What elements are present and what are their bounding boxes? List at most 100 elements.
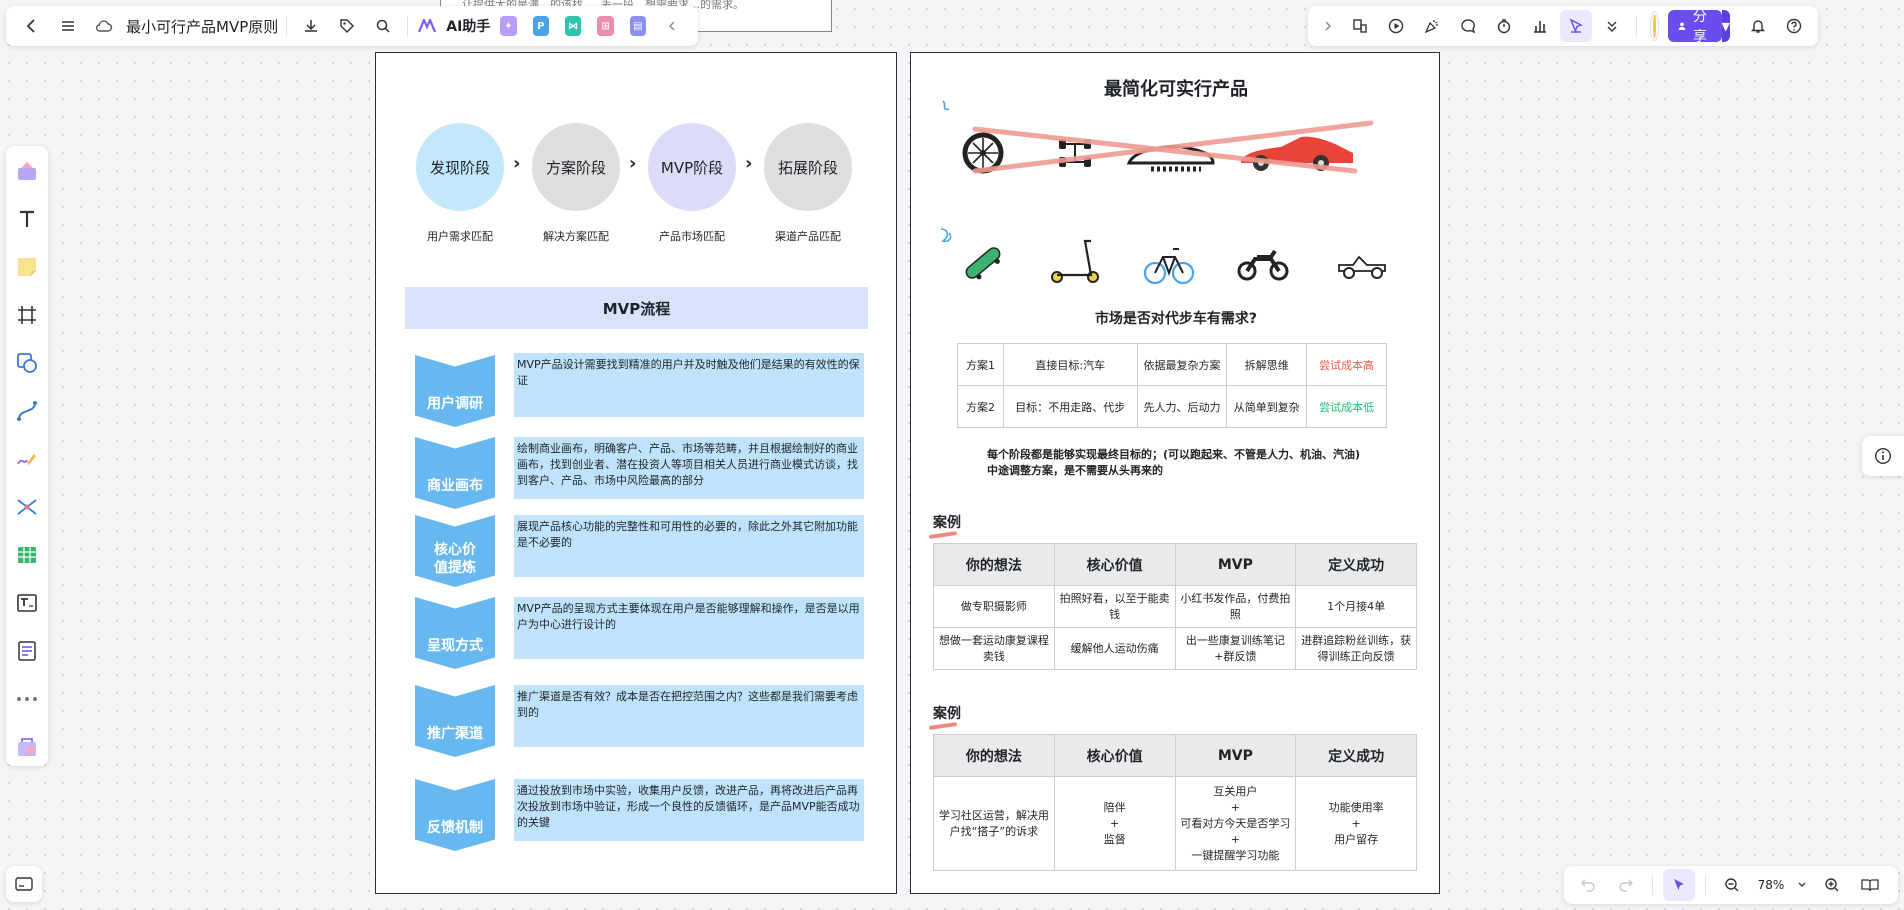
search-icon[interactable] (367, 10, 399, 42)
table-cell: 依据最复杂方案 (1136, 343, 1228, 386)
right-approach-illustration (940, 228, 1386, 285)
minimap-toggle-icon[interactable] (6, 866, 42, 902)
divider (286, 16, 288, 36)
mindmap-tool-icon[interactable] (10, 490, 44, 524)
p-plugin-icon[interactable]: P (532, 16, 549, 36)
step-arrow: 核心价值提炼 (415, 515, 495, 587)
table-header-cell: 你的想法 (933, 543, 1055, 586)
collapse-chevron-icon[interactable] (656, 10, 688, 42)
flow-plugin-icon[interactable]: ⊞ (597, 16, 614, 36)
table-row: 想做一套运动康复课程卖钱 缓解他人运动伤痛 出一些康复训练笔记+群反馈 进群追踪粉丝训… (933, 627, 1417, 670)
pen-tool-icon[interactable] (10, 442, 44, 476)
bell-icon[interactable] (1742, 10, 1774, 42)
timer-icon[interactable] (1488, 10, 1520, 42)
table-cell: 方案2 (957, 385, 1004, 428)
vote-icon[interactable] (1524, 10, 1556, 42)
document-title[interactable]: 最小可行产品MVP原则 (126, 16, 278, 37)
table-cell: 尝试成本低 (1306, 385, 1387, 428)
mindmap-plugin-icon[interactable]: ⋈ (564, 16, 582, 36)
stage-subtitle: 渠道产品匹配 (775, 230, 841, 243)
case-table-2: 你的想法 核心价值 MVP 定义成功 学习社区运营，解决用户找“搭子”的诉求 陪伴 + … (933, 734, 1417, 871)
shape-tool-icon[interactable] (10, 346, 44, 380)
step-description: MVP产品设计需要找到精准的用户并及时触及他们是结果的有效性的保证 (514, 353, 864, 417)
table-cell: 拍照好看，以至于能卖钱 (1053, 585, 1176, 628)
stage-circle: 方案阶段 (532, 123, 620, 211)
select-cursor-icon[interactable] (1663, 869, 1695, 901)
step-arrow: 呈现方式 (415, 597, 495, 669)
template-library-icon[interactable] (10, 154, 44, 188)
case-label: 案例 (933, 512, 961, 532)
table-cell: 进群追踪粉丝训练，获得训练正向反馈 (1295, 627, 1417, 670)
zoom-in-icon[interactable] (1816, 869, 1848, 901)
table-row: 做专职摄影师 拍照好看，以至于能卖钱 小红书发作品，付费拍照 1个月接4单 (933, 585, 1417, 628)
step-description: 绘制商业画布，明确客户、产品、市场等范畴，并且根据绘制好的商业画布，找到创业者、… (514, 437, 864, 499)
note-line-1: 每个阶段都是能够实现最终目标的；(可以跑起来、不管是人力、机油、汽油) (987, 448, 1361, 461)
zoom-dropdown-chevron-icon[interactable] (1794, 869, 1810, 901)
table-row: 方案2 目标：不用走路、代步 先人力、后动力 从简单到复杂 尝试成本低 (957, 385, 1387, 428)
table-header-cell: 你的想法 (933, 734, 1055, 777)
step-description: MVP产品的呈现方式主要体现在用户是否能够理解和操作，是否是以用户为中心进行设计… (514, 597, 864, 659)
table-cell: 互关用户 + 可看对方今天是否学习 + 一键提醒学习功能 (1174, 776, 1297, 871)
comparison-table: 方案1 直接目标:汽车 依据最复杂方案 拆解思维 尝试成本高 方案2 目标：不用走路、代步先… (957, 343, 1387, 428)
table-cell: 先人力、后动力 (1136, 385, 1228, 428)
ai-assistant-button[interactable]: AI助手 (446, 16, 490, 36)
celebrate-icon[interactable] (1416, 10, 1448, 42)
mvp-process-board[interactable]: 发现阶段 用户需求匹配 方案阶段 解决方案匹配 MVP阶段 产品市场匹配 拓展阶段 渠道产品匹… (375, 52, 897, 894)
chevron-right-icon: › (513, 153, 521, 174)
present-play-icon[interactable] (1380, 10, 1412, 42)
table-cell: 尝试成本高 (1306, 343, 1387, 386)
text-card-icon[interactable] (10, 586, 44, 620)
undo-icon[interactable] (1572, 869, 1604, 901)
wrong-mark-icon (942, 100, 950, 111)
table-cell: 想做一套运动康复课程卖钱 (933, 627, 1055, 670)
sticky-note-icon[interactable] (10, 250, 44, 284)
help-icon[interactable] (1778, 10, 1810, 42)
menu-icon[interactable] (52, 10, 84, 42)
bottom-right-controls: 78% (1564, 866, 1898, 904)
doc-card-icon[interactable] (10, 634, 44, 668)
bicycle-icon (1143, 248, 1195, 285)
more-tools-icon[interactable] (10, 682, 44, 716)
template-icon[interactable] (1344, 10, 1376, 42)
app-plugin-icon[interactable] (10, 730, 44, 764)
text-tool-icon[interactable] (10, 202, 44, 236)
book-view-icon[interactable] (1854, 869, 1886, 901)
ai-image-plugin-icon[interactable]: ✦ (500, 16, 517, 36)
note-line-2: 中途调整方案，是不需要从头再来的 (987, 464, 1163, 477)
step-arrow: 推广渠道 (415, 685, 495, 757)
divider (1636, 16, 1637, 36)
table-cell: 出一些康复训练笔记+群反馈 (1174, 627, 1297, 670)
follow-cursor-icon[interactable] (1560, 10, 1592, 42)
zoom-level[interactable]: 78% (1754, 878, 1788, 892)
more-down-icon[interactable] (1596, 10, 1628, 42)
expand-chevron-icon[interactable] (1316, 10, 1340, 42)
question-text: 市场是否对代步车有需求? (1094, 311, 1258, 327)
tag-icon[interactable] (331, 10, 363, 42)
frame-tool-icon[interactable] (10, 298, 44, 332)
redo-icon[interactable] (1610, 869, 1642, 901)
table-cell: 缓解他人运动伤痛 (1053, 627, 1176, 670)
divider (1705, 875, 1706, 895)
share-button[interactable]: 分享 (1667, 9, 1722, 45)
top-right-toolbar: 分享 ▼ (1308, 6, 1818, 46)
comment-plugin-icon[interactable]: ▤ (629, 16, 647, 36)
table-cell: 功能使用率 + 用户留存 (1295, 776, 1417, 871)
step-arrow: 商业画布 (415, 437, 495, 509)
table-tool-icon[interactable] (10, 538, 44, 572)
comment-icon[interactable] (1452, 10, 1484, 42)
table-cell: 陪伴 + 监督 (1053, 776, 1176, 871)
table-header-cell: 核心价值 (1053, 734, 1176, 777)
mvp-example-board[interactable]: 最简化可实行产品 市场是否对代步车有需求? 方案1 直接目标:汽车 依据最复杂方… (910, 52, 1440, 894)
share-dropdown-chevron-icon[interactable]: ▼ (1721, 10, 1730, 42)
info-icon[interactable] (1862, 436, 1904, 476)
download-icon[interactable] (295, 10, 327, 42)
back-icon[interactable] (16, 10, 48, 42)
case-table-1: 你的想法 核心价值 MVP 定义成功 做专职摄影师 拍照好看，以至于能卖钱 小红书发作品，… (933, 543, 1417, 670)
table-cell: 小红书发作品，付费拍照 (1174, 585, 1297, 628)
connector-tool-icon[interactable] (10, 394, 44, 428)
zoom-out-icon[interactable] (1716, 869, 1748, 901)
table-header-cell: 核心价值 (1053, 543, 1176, 586)
step-description: 推广渠道是否有效？成本是否在把控范围之内？这些都是我们需要考虑到的 (514, 685, 864, 747)
chevron-right-icon: › (629, 153, 637, 174)
user-avatar[interactable] (1651, 12, 1658, 40)
